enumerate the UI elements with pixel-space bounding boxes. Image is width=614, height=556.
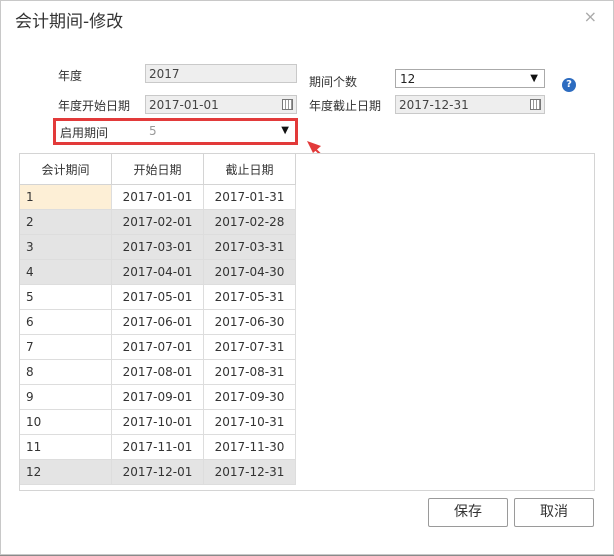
table-row[interactable]: 9 2017-09-01 2017-09-30 [20,384,296,410]
period-cell[interactable]: 11 [20,434,112,460]
period-cell[interactable]: 10 [20,409,112,435]
end-cell[interactable]: 2017-09-30 [203,384,296,410]
period-cell[interactable]: 12 [20,459,112,485]
end-cell[interactable]: 2017-01-31 [203,184,296,210]
period-table: 会计期间 开始日期 截止日期 1 2017-01-01 2017-01-31 2 20… [19,153,595,491]
save-button[interactable]: 保存 [428,498,508,527]
end-cell[interactable]: 2017-07-31 [203,334,296,360]
end-cell[interactable]: 2017-04-30 [203,259,296,285]
period-cell[interactable]: 2 [20,209,112,235]
start-cell[interactable]: 2017-01-01 [111,184,204,210]
end-cell[interactable]: 2017-05-31 [203,284,296,310]
column-header-start[interactable]: 开始日期 [111,154,204,185]
table-row[interactable]: 6 2017-06-01 2017-06-30 [20,309,296,335]
column-header-end[interactable]: 截止日期 [203,154,296,185]
period-cell[interactable]: 9 [20,384,112,410]
start-cell[interactable]: 2017-04-01 [111,259,204,285]
start-cell[interactable]: 2017-07-01 [111,334,204,360]
start-cell[interactable]: 2017-12-01 [111,459,204,485]
table-row[interactable]: 7 2017-07-01 2017-07-31 [20,334,296,360]
end-cell[interactable]: 2017-12-31 [203,459,296,485]
table-row[interactable]: 4 2017-04-01 2017-04-30 [20,259,296,285]
table-row[interactable]: 12 2017-12-01 2017-12-31 [20,459,296,485]
table-row[interactable]: 3 2017-03-01 2017-03-31 [20,234,296,260]
start-cell[interactable]: 2017-11-01 [111,434,204,460]
table-row[interactable]: 2 2017-02-01 2017-02-28 [20,209,296,235]
end-cell[interactable]: 2017-11-30 [203,434,296,460]
start-cell[interactable]: 2017-08-01 [111,359,204,385]
start-cell[interactable]: 2017-02-01 [111,209,204,235]
column-header-period[interactable]: 会计期间 [20,154,112,185]
end-cell[interactable]: 2017-08-31 [203,359,296,385]
start-cell[interactable]: 2017-05-01 [111,284,204,310]
period-grid: 会计期间 开始日期 截止日期 1 2017-01-01 2017-01-31 2 20… [20,154,296,485]
start-cell[interactable]: 2017-03-01 [111,234,204,260]
cancel-button[interactable]: 取消 [514,498,594,527]
end-cell[interactable]: 2017-06-30 [203,309,296,335]
period-cell[interactable]: 1 [20,184,112,210]
end-cell[interactable]: 2017-02-28 [203,209,296,235]
accounting-period-dialog: 会计期间-修改 × 年度 2017 期间个数 12 ▼ ? 年度开始日期 201… [0,0,614,555]
table-row[interactable]: 1 2017-01-01 2017-01-31 [20,184,296,210]
period-cell[interactable]: 8 [20,359,112,385]
end-cell[interactable]: 2017-10-31 [203,409,296,435]
table-row[interactable]: 8 2017-08-01 2017-08-31 [20,359,296,385]
end-cell[interactable]: 2017-03-31 [203,234,296,260]
start-cell[interactable]: 2017-10-01 [111,409,204,435]
period-cell[interactable]: 3 [20,234,112,260]
start-cell[interactable]: 2017-06-01 [111,309,204,335]
period-cell[interactable]: 5 [20,284,112,310]
start-cell[interactable]: 2017-09-01 [111,384,204,410]
period-cell[interactable]: 6 [20,309,112,335]
table-row[interactable]: 5 2017-05-01 2017-05-31 [20,284,296,310]
period-cell[interactable]: 4 [20,259,112,285]
period-cell[interactable]: 7 [20,334,112,360]
table-row[interactable]: 11 2017-11-01 2017-11-30 [20,434,296,460]
table-row[interactable]: 10 2017-10-01 2017-10-31 [20,409,296,435]
